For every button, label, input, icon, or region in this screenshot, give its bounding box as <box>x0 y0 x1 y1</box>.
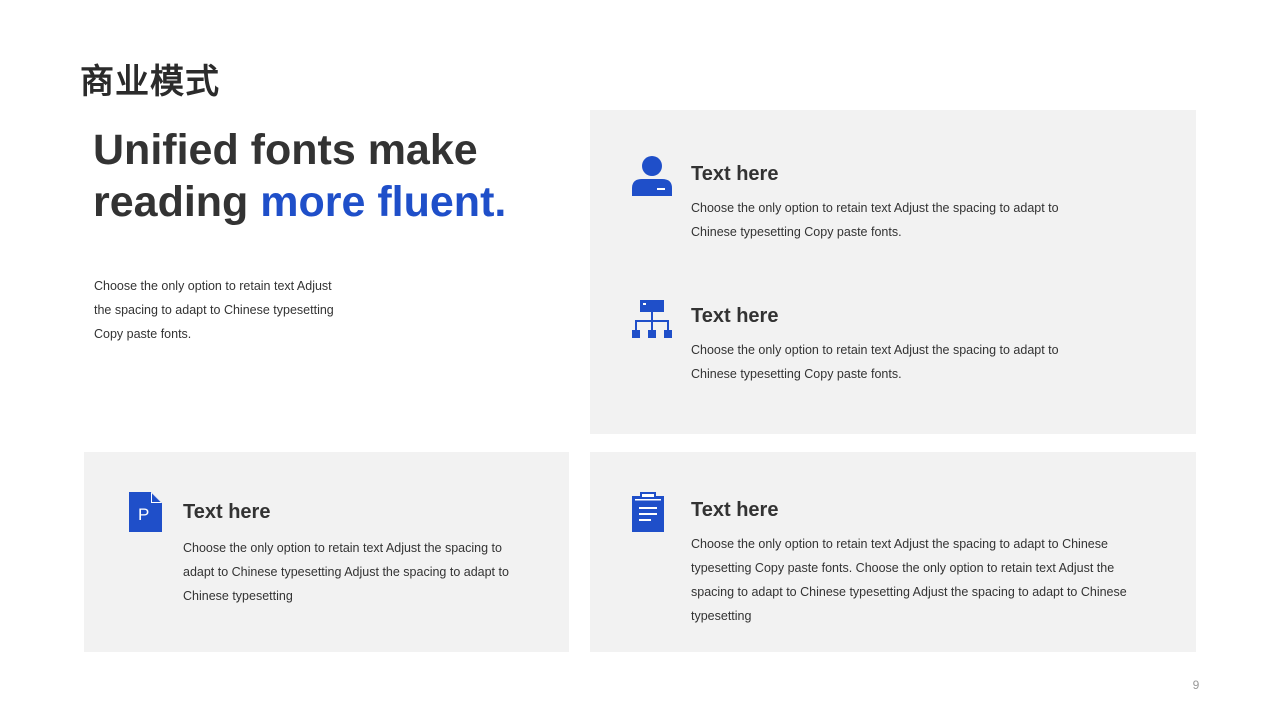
clipboard-icon <box>632 492 674 534</box>
feature-item-4: Text here Choose the only option to reta… <box>632 492 1152 632</box>
headline: Unified fonts make reading more fluent. <box>93 124 573 228</box>
feature-body: Choose the only option to retain text Ad… <box>691 343 1059 381</box>
org-chart-icon <box>632 298 674 340</box>
feature-title: Text here <box>183 501 271 523</box>
feature-title: Text here <box>691 163 779 185</box>
feature-title: Text here <box>691 305 779 327</box>
feature-item-2: Text here Choose the only option to reta… <box>632 298 1102 388</box>
intro-text: Choose the only option to retain text Ad… <box>94 279 334 341</box>
document-letter: P <box>138 505 150 524</box>
headline-line-2: reading <box>93 178 261 226</box>
feature-body: Choose the only option to retain text Ad… <box>691 201 1059 239</box>
feature-body: Choose the only option to retain text Ad… <box>183 541 509 603</box>
feature-item-1: Text here Choose the only option to reta… <box>632 156 1102 246</box>
headline-accent: more fluent. <box>260 178 507 226</box>
feature-title: Text here <box>691 499 779 521</box>
feature-item-3: P Text here Choose the only option to re… <box>129 492 529 612</box>
page-number: 9 <box>1192 678 1200 692</box>
feature-body: Choose the only option to retain text Ad… <box>691 537 1127 623</box>
user-icon <box>632 156 674 198</box>
slide-title: 商业模式 <box>80 62 220 102</box>
headline-line-1: Unified fonts make <box>93 126 478 174</box>
document-p-icon: P <box>129 492 171 534</box>
